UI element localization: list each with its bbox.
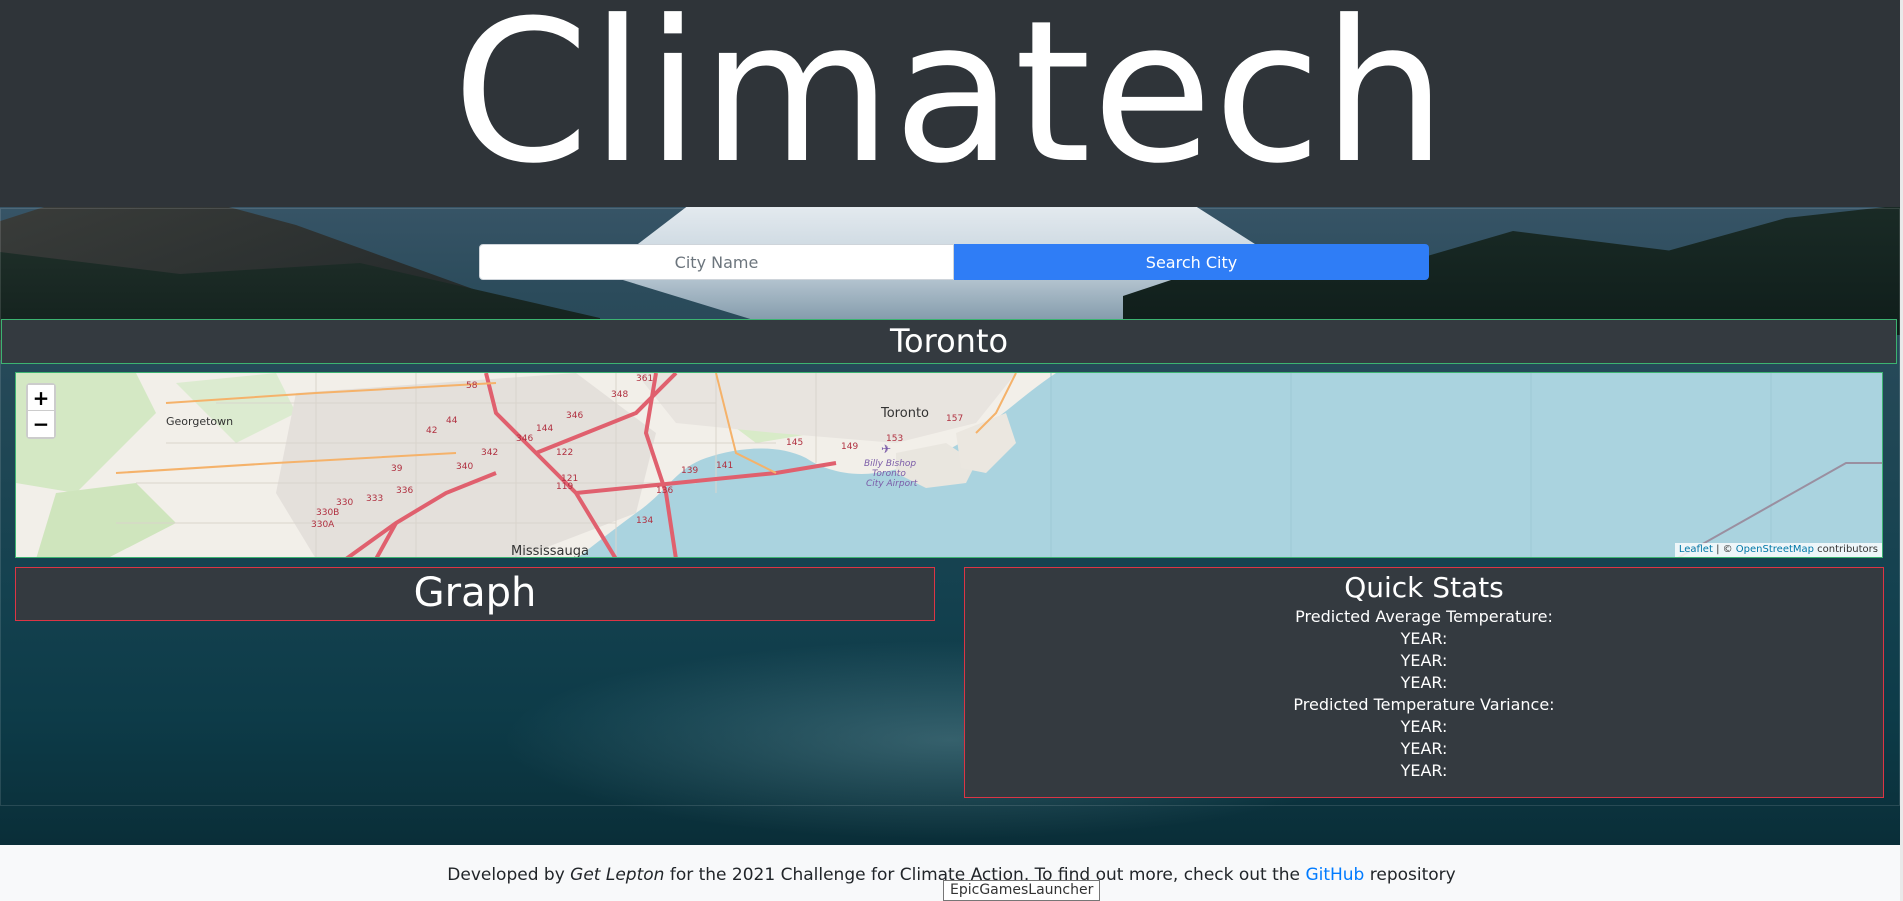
map-label-georgetown: Georgetown (166, 415, 233, 428)
zoom-out-button[interactable]: − (28, 411, 54, 437)
avg-temp-year-3: YEAR: (1400, 673, 1448, 692)
svg-text:340: 340 (456, 462, 473, 472)
openstreetmap-link[interactable]: OpenStreetMap (1736, 544, 1814, 555)
search-city-button[interactable]: Search City (954, 244, 1429, 280)
svg-text:346: 346 (516, 434, 533, 444)
footer-prefix: Developed by (447, 865, 571, 885)
map-label-toronto: Toronto (880, 406, 929, 421)
taskbar-tooltip: EpicGamesLauncher (943, 880, 1101, 901)
svg-text:58: 58 (466, 381, 478, 391)
zoom-in-button[interactable]: + (28, 385, 54, 411)
svg-text:139: 139 (681, 466, 698, 476)
map-label-airport-2: Toronto (872, 469, 906, 479)
svg-text:✈: ✈ (881, 442, 891, 456)
svg-text:44: 44 (446, 416, 458, 426)
avg-temp-year-1: YEAR: (1400, 629, 1448, 648)
quick-stats-panel: Quick Stats Predicted Average Temperatur… (964, 567, 1884, 798)
svg-text:336: 336 (396, 486, 413, 496)
svg-text:136: 136 (656, 486, 673, 496)
svg-text:330: 330 (336, 498, 353, 508)
quick-stats-title: Quick Stats (1344, 571, 1504, 604)
leaflet-link[interactable]: Leaflet (1679, 544, 1713, 555)
search-form: Search City (479, 244, 1429, 280)
avg-temp-label: Predicted Average Temperature: (1295, 607, 1553, 626)
svg-text:144: 144 (536, 424, 553, 434)
svg-text:348: 348 (611, 390, 628, 400)
svg-text:330B: 330B (316, 508, 339, 518)
footer-author: Get Lepton (570, 865, 665, 885)
graph-title: Graph (413, 570, 537, 616)
variance-year-2: YEAR: (1400, 739, 1448, 758)
site-title: Climatech (452, 0, 1448, 207)
github-link[interactable]: GitHub (1305, 865, 1364, 885)
map-tiles: Georgetown Toronto Mississauga Billy Bis… (16, 373, 1882, 558)
variance-year-3: YEAR: (1400, 761, 1448, 780)
svg-text:157: 157 (946, 414, 963, 424)
map-label-airport-1: Billy Bishop (864, 459, 916, 469)
svg-text:39: 39 (391, 464, 403, 474)
graph-panel: Graph (15, 567, 935, 621)
attribution-separator: | © (1712, 544, 1736, 555)
svg-text:346: 346 (566, 411, 583, 421)
svg-text:119: 119 (556, 482, 573, 492)
attribution-suffix: contributors (1814, 544, 1878, 555)
city-map[interactable]: Georgetown Toronto Mississauga Billy Bis… (15, 372, 1883, 558)
map-label-mississauga: Mississauga (511, 544, 589, 558)
city-name-input[interactable] (479, 244, 954, 280)
svg-text:330A: 330A (311, 520, 335, 530)
svg-text:122: 122 (556, 448, 573, 458)
site-header: Climatech (0, 0, 1900, 207)
svg-text:342: 342 (481, 448, 498, 458)
footer-suffix: repository (1364, 865, 1456, 885)
city-title: Toronto (1, 319, 1897, 364)
variance-label: Predicted Temperature Variance: (1293, 695, 1555, 714)
map-zoom-control: + − (26, 383, 56, 439)
map-label-airport-3: City Airport (866, 479, 918, 489)
avg-temp-year-2: YEAR: (1400, 651, 1448, 670)
variance-year-1: YEAR: (1400, 717, 1448, 736)
svg-text:141: 141 (716, 461, 733, 471)
svg-text:134: 134 (636, 516, 653, 526)
svg-text:333: 333 (366, 494, 383, 504)
svg-text:145: 145 (786, 438, 803, 448)
svg-text:361: 361 (636, 374, 653, 384)
map-attribution: Leaflet | © OpenStreetMap contributors (1674, 543, 1882, 557)
svg-text:42: 42 (426, 426, 437, 436)
svg-text:149: 149 (841, 442, 858, 452)
